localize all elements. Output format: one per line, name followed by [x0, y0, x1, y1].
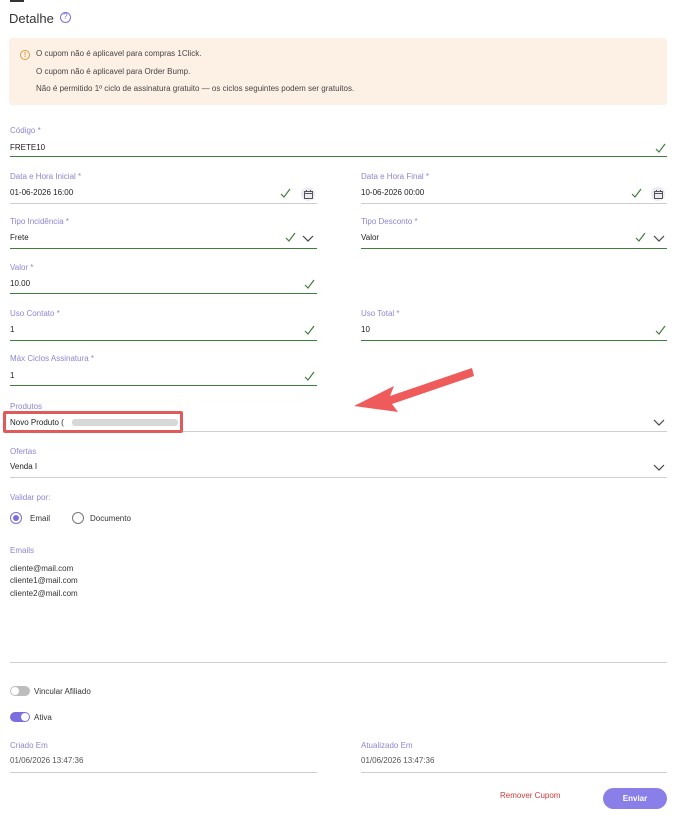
uso-total-label: Uso Total * [361, 309, 400, 318]
check-icon [635, 232, 646, 243]
tipo-incidencia-select[interactable]: Tipo Incidência * Frete [10, 217, 317, 249]
emails-underline [10, 662, 667, 663]
codigo-field[interactable]: Código * FRETE10 [10, 126, 667, 158]
question-circle-icon[interactable]: ? [59, 11, 71, 23]
emails-label: Emails [10, 546, 35, 555]
valor-input[interactable]: 10.00 [10, 279, 30, 288]
ativa-label: Ativa [34, 713, 52, 722]
chevron-down-icon[interactable] [653, 235, 665, 243]
uso-contato-underline [10, 340, 317, 341]
atualizado-em-underline [361, 772, 667, 773]
check-icon [304, 371, 315, 382]
ativa-toggle[interactable] [10, 712, 30, 722]
criado-em-label: Criado Em [10, 741, 48, 750]
tipo-desconto-select[interactable]: Tipo Desconto * Valor [361, 217, 667, 249]
criado-em-value: 01/06/2026 13:47:36 [10, 756, 84, 765]
alert-line: Não é permitido 1º ciclo de assinatura g… [36, 84, 355, 93]
email-line: cliente@mail.com [10, 564, 74, 573]
info-alert: ! O cupom não é aplicavel para compras 1… [9, 38, 667, 105]
check-icon [304, 279, 315, 290]
max-ciclos-underline [10, 385, 317, 386]
check-icon [280, 188, 291, 199]
data-inicial-field[interactable]: Data e Hora Inicial * 01-06-2026 16:00 [10, 172, 317, 204]
data-inicial-underline [10, 203, 317, 204]
uso-total-underline [361, 340, 667, 341]
radio-email-label[interactable]: Email [30, 514, 50, 523]
uso-total-input[interactable]: 10 [361, 325, 370, 334]
annotation-highlight-box [3, 411, 183, 433]
data-final-field[interactable]: Data e Hora Final * 10-06-2026 00:00 [361, 172, 667, 204]
chevron-down-icon[interactable] [653, 419, 665, 427]
ofertas-select[interactable]: Ofertas Venda I [10, 447, 667, 478]
max-ciclos-field[interactable]: Máx Ciclos Assinatura * 1 [10, 354, 317, 386]
warning-circle-icon: ! [20, 50, 30, 60]
vincular-afiliado-label: Vincular Afiliado [34, 687, 91, 696]
annotation-arrow-icon [354, 368, 474, 412]
chevron-down-icon[interactable] [302, 235, 314, 243]
alert-line: O cupom não é aplicavel para compras 1Cl… [36, 49, 202, 58]
check-icon [655, 143, 666, 154]
uso-contato-input[interactable]: 1 [10, 325, 14, 334]
valor-underline [10, 293, 317, 294]
codigo-label: Código * [10, 126, 41, 135]
tipo-incidencia-underline [10, 248, 317, 249]
tipo-desconto-underline [361, 248, 667, 249]
codigo-underline [10, 156, 667, 157]
page-title: Detalhe ? [9, 11, 71, 26]
check-icon [655, 325, 666, 336]
max-ciclos-label: Máx Ciclos Assinatura * [10, 354, 95, 363]
radio-documento-label[interactable]: Documento [90, 514, 131, 523]
chevron-down-icon[interactable] [653, 464, 665, 472]
calendar-icon[interactable] [651, 187, 665, 201]
tipo-desconto-label: Tipo Desconto * [361, 217, 418, 226]
valor-label: Valor * [10, 263, 34, 272]
check-icon [631, 188, 642, 199]
codigo-input[interactable]: FRETE10 [10, 143, 45, 152]
atualizado-em-value: 01/06/2026 13:47:36 [361, 756, 435, 765]
data-final-underline [361, 203, 667, 204]
atualizado-em-label: Atualizado Em [361, 741, 413, 750]
uso-contato-field[interactable]: Uso Contato * 1 [10, 309, 317, 341]
data-final-input[interactable]: 10-06-2026 00:00 [361, 188, 424, 197]
max-ciclos-input[interactable]: 1 [10, 371, 14, 380]
remove-coupon-button[interactable]: Remover Cupom [500, 791, 560, 800]
ofertas-underline [10, 477, 667, 478]
produtos-label: Produtos [10, 402, 43, 411]
title-bar-accent [10, 0, 24, 2]
data-inicial-input[interactable]: 01-06-2026 16:00 [10, 188, 73, 197]
criado-em-underline [10, 772, 317, 773]
tipo-incidencia-label: Tipo Incidência * [10, 217, 69, 226]
vincular-afiliado-toggle[interactable] [10, 686, 30, 696]
email-line: cliente2@mail.com [10, 589, 78, 598]
emails-textarea[interactable]: cliente@mail.com cliente1@mail.com clien… [10, 560, 667, 663]
tipo-desconto-value: Valor [361, 233, 380, 242]
validar-por-label: Validar por: [10, 493, 51, 502]
submit-button[interactable]: Enviar [603, 788, 667, 809]
radio-documento[interactable] [72, 512, 84, 524]
data-inicial-label: Data e Hora Inicial * [10, 172, 82, 181]
radio-email[interactable] [10, 512, 22, 524]
criado-em-field: Criado Em 01/06/2026 13:47:36 [10, 741, 317, 773]
check-icon [285, 232, 296, 243]
atualizado-em-field: Atualizado Em 01/06/2026 13:47:36 [361, 741, 667, 773]
valor-field[interactable]: Valor * 10.00 [10, 263, 317, 295]
email-line: cliente1@mail.com [10, 576, 78, 585]
tipo-incidencia-value: Frete [10, 233, 29, 242]
check-icon [304, 325, 315, 336]
uso-contato-label: Uso Contato * [10, 309, 60, 318]
ofertas-value: Venda I [10, 462, 38, 471]
data-final-label: Data e Hora Final * [361, 172, 430, 181]
uso-total-field[interactable]: Uso Total * 10 [361, 309, 667, 341]
page-title-text: Detalhe [9, 11, 54, 26]
ofertas-label: Ofertas [10, 447, 37, 456]
calendar-icon[interactable] [301, 187, 315, 201]
alert-line: O cupom não é aplicavel para Order Bump. [36, 67, 191, 76]
